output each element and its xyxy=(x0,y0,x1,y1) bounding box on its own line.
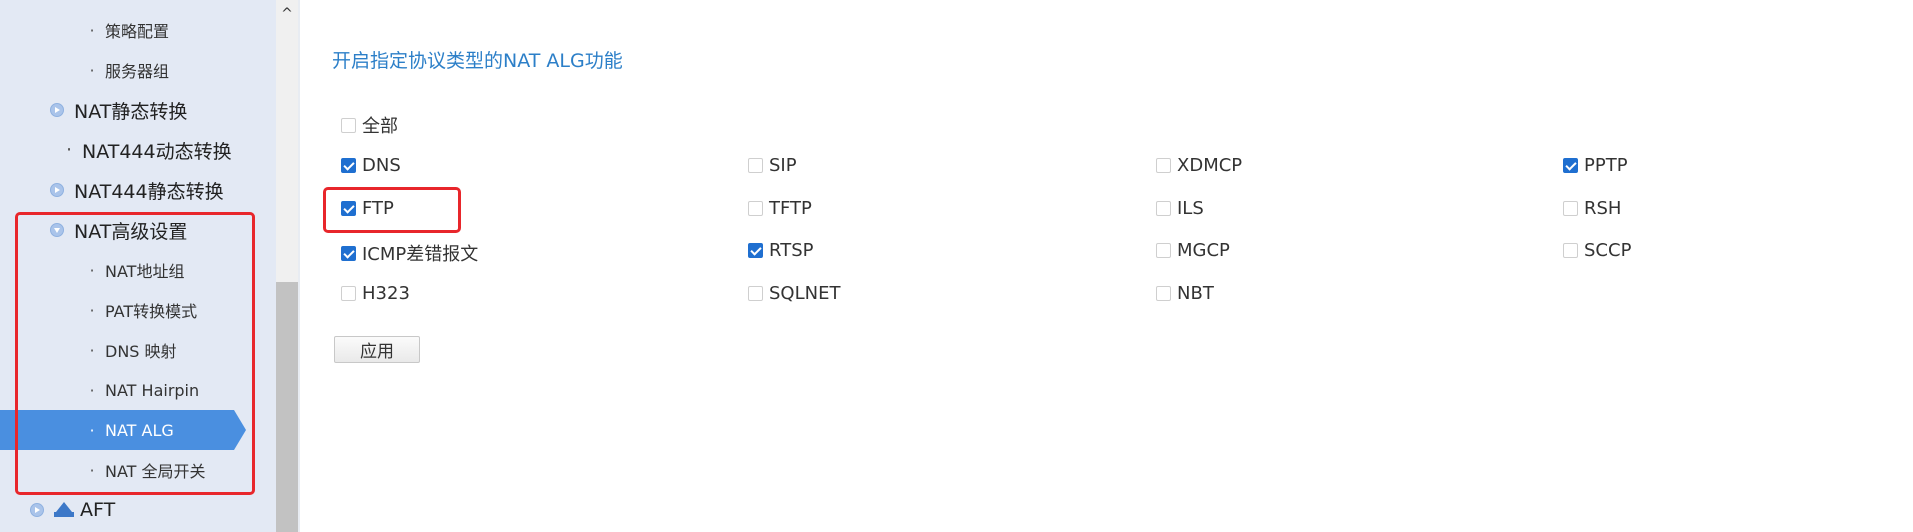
option-label: MGCP xyxy=(1177,240,1230,261)
option-label: SQLNET xyxy=(769,283,841,304)
option-icmp[interactable]: ICMP差错报文 xyxy=(341,240,478,266)
checkbox[interactable] xyxy=(748,286,763,301)
scroll-up-arrow-icon[interactable]: ^ xyxy=(276,0,298,28)
scroll-thumb[interactable] xyxy=(276,282,298,532)
sidebar-item-label: NAT444动态转换 xyxy=(82,140,232,163)
network-icon xyxy=(54,502,74,518)
option-label: DNS xyxy=(362,155,401,176)
option-sip[interactable]: SIP xyxy=(748,155,797,176)
sidebar-item-label: NAT444静态转换 xyxy=(74,180,224,203)
checkbox[interactable] xyxy=(748,243,763,258)
sidebar-item-label: 策略配置 xyxy=(105,22,170,41)
option-tftp[interactable]: TFTP xyxy=(748,198,812,219)
option-label: TFTP xyxy=(769,198,812,219)
checkbox[interactable] xyxy=(1156,158,1171,173)
option-label: PPTP xyxy=(1584,155,1628,176)
checkbox[interactable] xyxy=(341,117,356,133)
option-rsh[interactable]: RSH xyxy=(1563,198,1621,219)
panel-divider xyxy=(298,0,300,532)
sidebar-item-aft[interactable]: AFT xyxy=(0,490,306,530)
sidebar-item-policy-config[interactable]: · 策略配置 xyxy=(0,10,363,50)
option-rtsp[interactable]: RTSP xyxy=(748,240,813,261)
option-pptp[interactable]: PPTP xyxy=(1563,155,1628,176)
checkbox[interactable] xyxy=(1156,286,1171,301)
option-label: NBT xyxy=(1177,283,1214,304)
option-label: ILS xyxy=(1177,198,1204,219)
option-dns[interactable]: DNS xyxy=(341,155,401,176)
checkbox[interactable] xyxy=(1156,243,1171,258)
option-all[interactable]: 全部 xyxy=(341,112,398,138)
option-ftp[interactable]: FTP xyxy=(341,198,394,219)
checkbox[interactable] xyxy=(1156,201,1171,216)
expand-icon[interactable] xyxy=(30,503,44,517)
bullet-icon: · xyxy=(89,20,95,40)
bullet-icon: · xyxy=(65,139,73,161)
checkbox[interactable] xyxy=(748,158,763,173)
option-label: SIP xyxy=(769,155,797,176)
option-label: RTSP xyxy=(769,240,814,261)
option-label: H323 xyxy=(362,283,410,304)
option-label: SCCP xyxy=(1584,240,1632,261)
option-ils[interactable]: ILS xyxy=(1156,198,1204,219)
checkbox[interactable] xyxy=(1563,158,1578,173)
highlight-box-nat-advanced xyxy=(15,212,255,495)
bullet-icon: · xyxy=(89,60,95,80)
sidebar-item-label: 服务器组 xyxy=(105,62,170,81)
sidebar-item-label: AFT xyxy=(80,499,116,521)
option-label: RSH xyxy=(1584,198,1622,219)
expand-icon[interactable] xyxy=(50,103,64,117)
checkbox[interactable] xyxy=(1563,243,1578,258)
option-sqlnet[interactable]: SQLNET xyxy=(748,283,840,304)
checkbox[interactable] xyxy=(341,286,356,301)
checkbox[interactable] xyxy=(341,245,356,261)
sidebar-item-label: NAT静态转换 xyxy=(74,100,188,123)
option-mgcp[interactable]: MGCP xyxy=(1156,240,1230,261)
option-label: ICMP差错报文 xyxy=(362,244,479,265)
sidebar-scrollbar[interactable]: ^ xyxy=(276,0,298,532)
sidebar-item-server-group[interactable]: · 服务器组 xyxy=(0,50,363,90)
checkbox[interactable] xyxy=(1563,201,1578,216)
option-sccp[interactable]: SCCP xyxy=(1563,240,1631,261)
option-label: XDMCP xyxy=(1177,155,1243,176)
option-h323[interactable]: H323 xyxy=(341,283,410,304)
apply-button[interactable]: 应用 xyxy=(334,336,420,363)
option-label: FTP xyxy=(362,198,394,219)
expand-icon[interactable] xyxy=(50,183,64,197)
option-xdmcp[interactable]: XDMCP xyxy=(1156,155,1242,176)
page-title: 开启指定协议类型的NAT ALG功能 xyxy=(332,50,623,72)
option-nbt[interactable]: NBT xyxy=(1156,283,1214,304)
checkbox[interactable] xyxy=(341,158,356,173)
checkbox[interactable] xyxy=(748,201,763,216)
option-label: 全部 xyxy=(362,116,398,137)
checkbox[interactable] xyxy=(341,201,356,216)
